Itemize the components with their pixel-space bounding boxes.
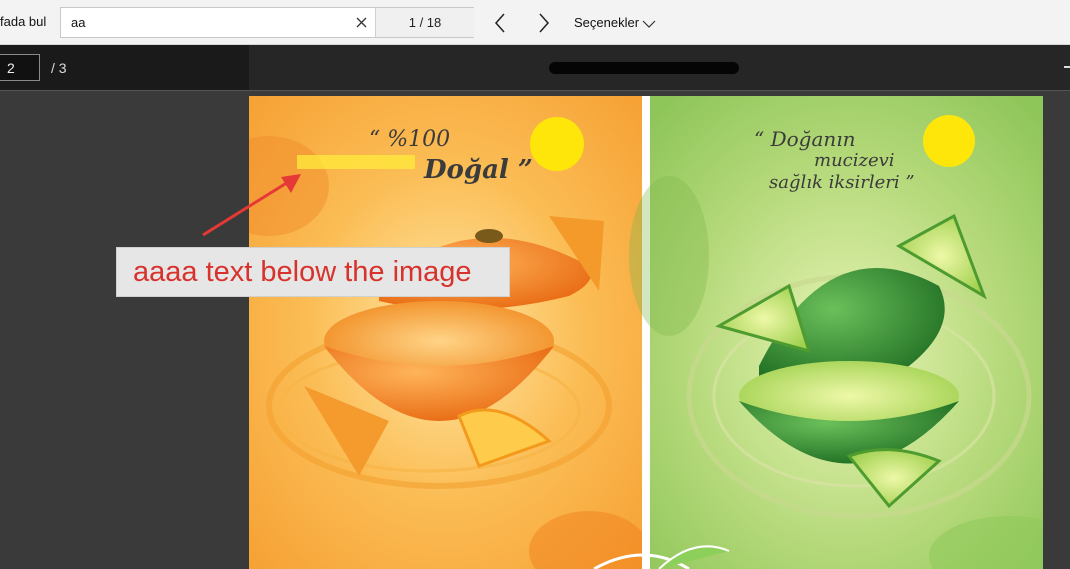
clear-button[interactable] [349,8,375,37]
chevron-down-icon [642,20,656,28]
zoom-out-button[interactable] [1064,66,1070,68]
document-header-strip [249,45,1070,90]
options-dropdown[interactable]: Seçenekler [574,15,656,30]
page-number-input[interactable] [0,54,40,81]
right-panel-headline-3: sağlık iksirleri ” [769,172,915,193]
search-input[interactable] [61,8,371,37]
next-match-button[interactable] [529,8,559,38]
page-bar: / 3 [0,45,1070,91]
right-panel-headline-2: mucizevi [814,150,895,171]
right-panel-headline-1: “ Doğanın [754,127,856,151]
close-icon [356,17,367,28]
match-count: 1 / 18 [375,8,474,37]
redacted-title [549,62,739,74]
chevron-left-icon [494,13,505,33]
left-panel-headline-2: Doğal ” [423,155,533,185]
annotation-arrow-icon [202,174,301,237]
page-total: / 3 [51,60,67,76]
viewer-content[interactable]: “ %100 Doğal ” “ Doğanın mucizevi sağlık… [0,91,1070,569]
left-panel-headline-1: “ %100 [369,127,450,152]
search-box: 1 / 18 [60,7,474,38]
annotation-callout: aaaa text below the image [116,247,510,297]
previous-match-button[interactable] [485,8,515,38]
find-bar: fada bul 1 / 18 Seçenekler [0,0,1070,45]
find-label: fada bul [0,14,47,29]
options-label: Seçenekler [574,15,640,30]
chevron-right-icon [539,13,550,33]
